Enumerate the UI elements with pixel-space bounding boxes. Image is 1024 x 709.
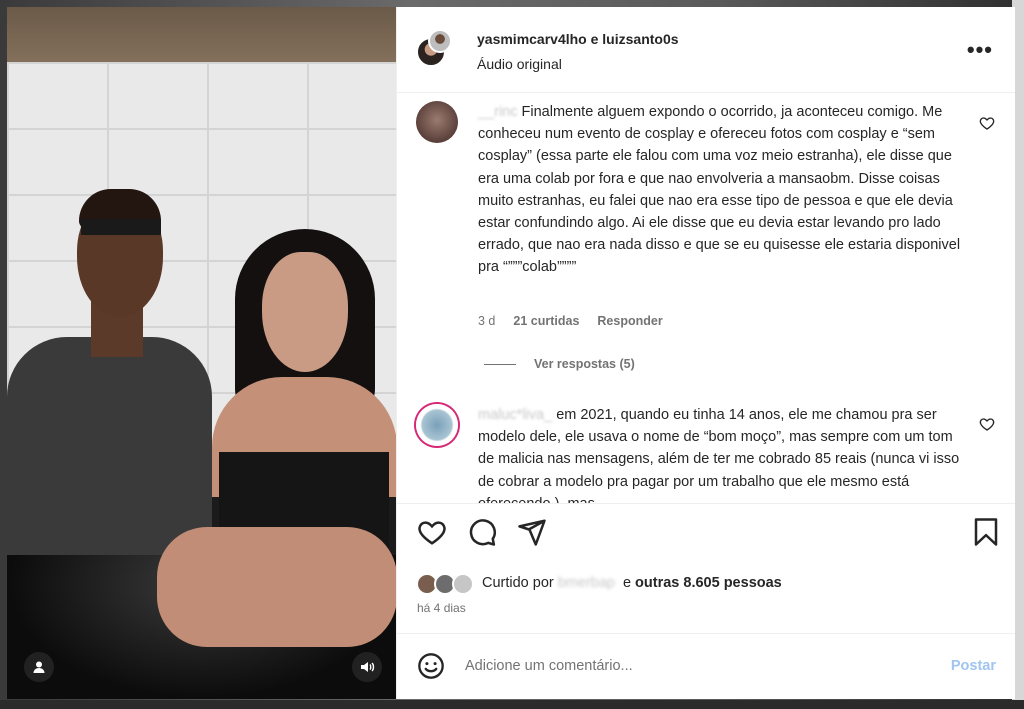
user-tag-button[interactable] bbox=[24, 652, 54, 682]
view-replies-label: Ver respostas (5) bbox=[534, 357, 635, 371]
comment-item: maluc*liva_ em 2021, quando eu tinha 14 … bbox=[416, 404, 996, 503]
post-comment-button[interactable]: Postar bbox=[951, 658, 996, 674]
comment-likes[interactable]: 21 curtidas bbox=[513, 314, 579, 328]
post-modal: yasmimcarv4lho e luizsanto0s Áudio origi… bbox=[7, 7, 1015, 699]
liker-avatars bbox=[416, 570, 478, 596]
author-avatars[interactable] bbox=[416, 29, 454, 69]
add-comment-bar: Postar bbox=[397, 634, 1015, 699]
view-replies-button[interactable]: Ver respostas (5) bbox=[484, 357, 635, 371]
user-icon bbox=[33, 661, 45, 673]
person-right-head bbox=[262, 252, 348, 372]
post-authors[interactable]: yasmimcarv4lho e luizsanto0s bbox=[477, 31, 679, 47]
likes-count[interactable]: outras 8.605 pessoas bbox=[635, 575, 782, 591]
post-details-panel: yasmimcarv4lho e luizsanto0s Áudio origi… bbox=[396, 7, 1015, 699]
comment-username[interactable]: maluc*liva_ bbox=[478, 407, 552, 423]
comment-time: 3 d bbox=[478, 314, 496, 328]
more-options-button[interactable]: ••• bbox=[967, 37, 993, 63]
speaker-icon bbox=[361, 662, 375, 672]
divider bbox=[397, 503, 1015, 504]
share-icon[interactable] bbox=[517, 517, 547, 547]
avatar bbox=[428, 29, 452, 53]
person-right-arms bbox=[157, 527, 396, 647]
post-video[interactable] bbox=[7, 7, 396, 699]
comment-username[interactable]: __rinc bbox=[478, 104, 518, 120]
comment-text: Finalmente alguem expondo o ocorrido, ja… bbox=[478, 104, 961, 276]
comments-list[interactable]: __rinc Finalmente alguem expondo o ocorr… bbox=[397, 93, 1015, 503]
comment-avatar[interactable] bbox=[416, 101, 458, 143]
reply-button[interactable]: Responder bbox=[597, 314, 662, 328]
likes-connector: e bbox=[622, 575, 632, 591]
mute-button[interactable] bbox=[352, 652, 382, 682]
background-feed-bottom bbox=[0, 700, 1024, 709]
avatar bbox=[452, 573, 474, 595]
comment-item: __rinc Finalmente alguem expondo o ocorr… bbox=[416, 101, 996, 371]
person-left-headband bbox=[81, 219, 161, 235]
heart-icon[interactable] bbox=[979, 115, 995, 131]
heart-icon[interactable] bbox=[979, 416, 995, 432]
emoji-icon[interactable] bbox=[417, 652, 445, 680]
comment-body: maluc*liva_ em 2021, quando eu tinha 14 … bbox=[478, 404, 962, 503]
liker-username[interactable]: bmerbap bbox=[558, 575, 615, 591]
comment-body: __rinc Finalmente alguem expondo o ocorr… bbox=[478, 101, 962, 279]
bookmark-icon[interactable] bbox=[971, 517, 1001, 547]
comment-avatar[interactable] bbox=[416, 404, 458, 446]
replies-divider bbox=[484, 363, 516, 365]
likes-summary: Curtido por bmerbap e outras 8.605 pesso… bbox=[416, 570, 782, 596]
post-date[interactable]: há 4 dias bbox=[417, 601, 466, 615]
post-actions bbox=[397, 517, 1015, 557]
heart-icon[interactable] bbox=[417, 517, 447, 547]
comment-icon[interactable] bbox=[467, 517, 497, 547]
comment-meta: 3 d 21 curtidas Responder bbox=[478, 314, 663, 328]
liked-by-label: Curtido por bbox=[482, 575, 554, 591]
post-header: yasmimcarv4lho e luizsanto0s Áudio origi… bbox=[397, 7, 1015, 93]
comment-input[interactable] bbox=[465, 652, 925, 680]
audio-label[interactable]: Áudio original bbox=[477, 56, 562, 72]
